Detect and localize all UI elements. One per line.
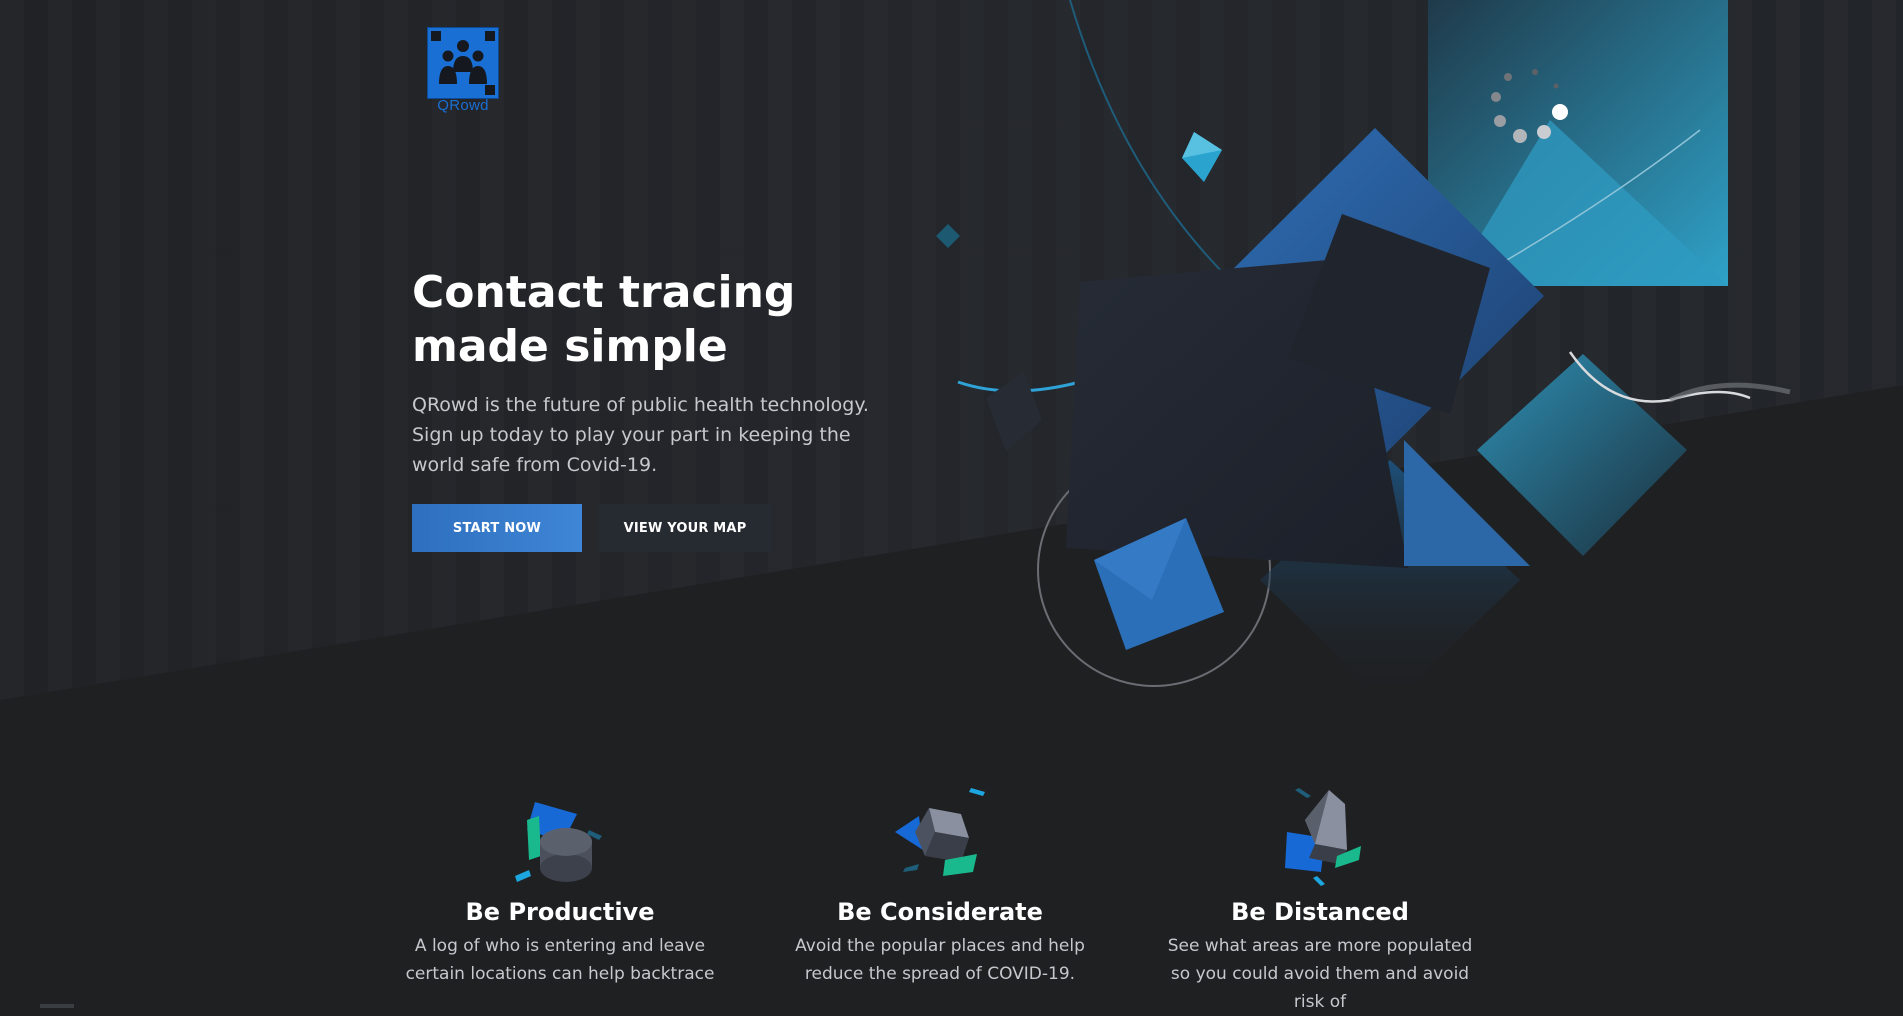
feature-productive: Be Productive A log of who is entering a… bbox=[400, 780, 720, 988]
feature-text: A log of who is entering and leave certa… bbox=[405, 936, 715, 984]
hero-subtext: QRowd is the future of public health tec… bbox=[412, 394, 869, 476]
pyramid-icon bbox=[1285, 788, 1361, 886]
scroll-indicator bbox=[40, 1004, 74, 1008]
feature-distanced: Be Distanced See what areas are more pop… bbox=[1160, 780, 1480, 1016]
feature-text: Avoid the popular places and help reduce… bbox=[795, 936, 1085, 984]
hero-headline: Contact tracing made simple bbox=[412, 267, 796, 372]
view-map-button[interactable]: VIEW YOUR MAP bbox=[598, 504, 772, 552]
feature-title: Be Distanced bbox=[1231, 898, 1409, 926]
feature-title: Be Considerate bbox=[837, 898, 1043, 926]
feature-considerate: Be Considerate Avoid the popular places … bbox=[780, 780, 1100, 988]
feature-title: Be Productive bbox=[465, 898, 655, 926]
brand-logo[interactable]: QRowd bbox=[427, 27, 499, 114]
logo-text: QRowd bbox=[437, 97, 489, 114]
start-now-button[interactable]: START NOW bbox=[412, 504, 582, 552]
cylinder-icon bbox=[515, 802, 602, 882]
hero-illustration bbox=[936, 0, 1791, 706]
people-icon bbox=[427, 27, 499, 99]
features-section: Be Productive A log of who is entering a… bbox=[400, 780, 1520, 1012]
cube-icon bbox=[895, 788, 985, 876]
feature-text: See what areas are more populated so you… bbox=[1167, 936, 1473, 1012]
people-glyph bbox=[439, 40, 487, 84]
